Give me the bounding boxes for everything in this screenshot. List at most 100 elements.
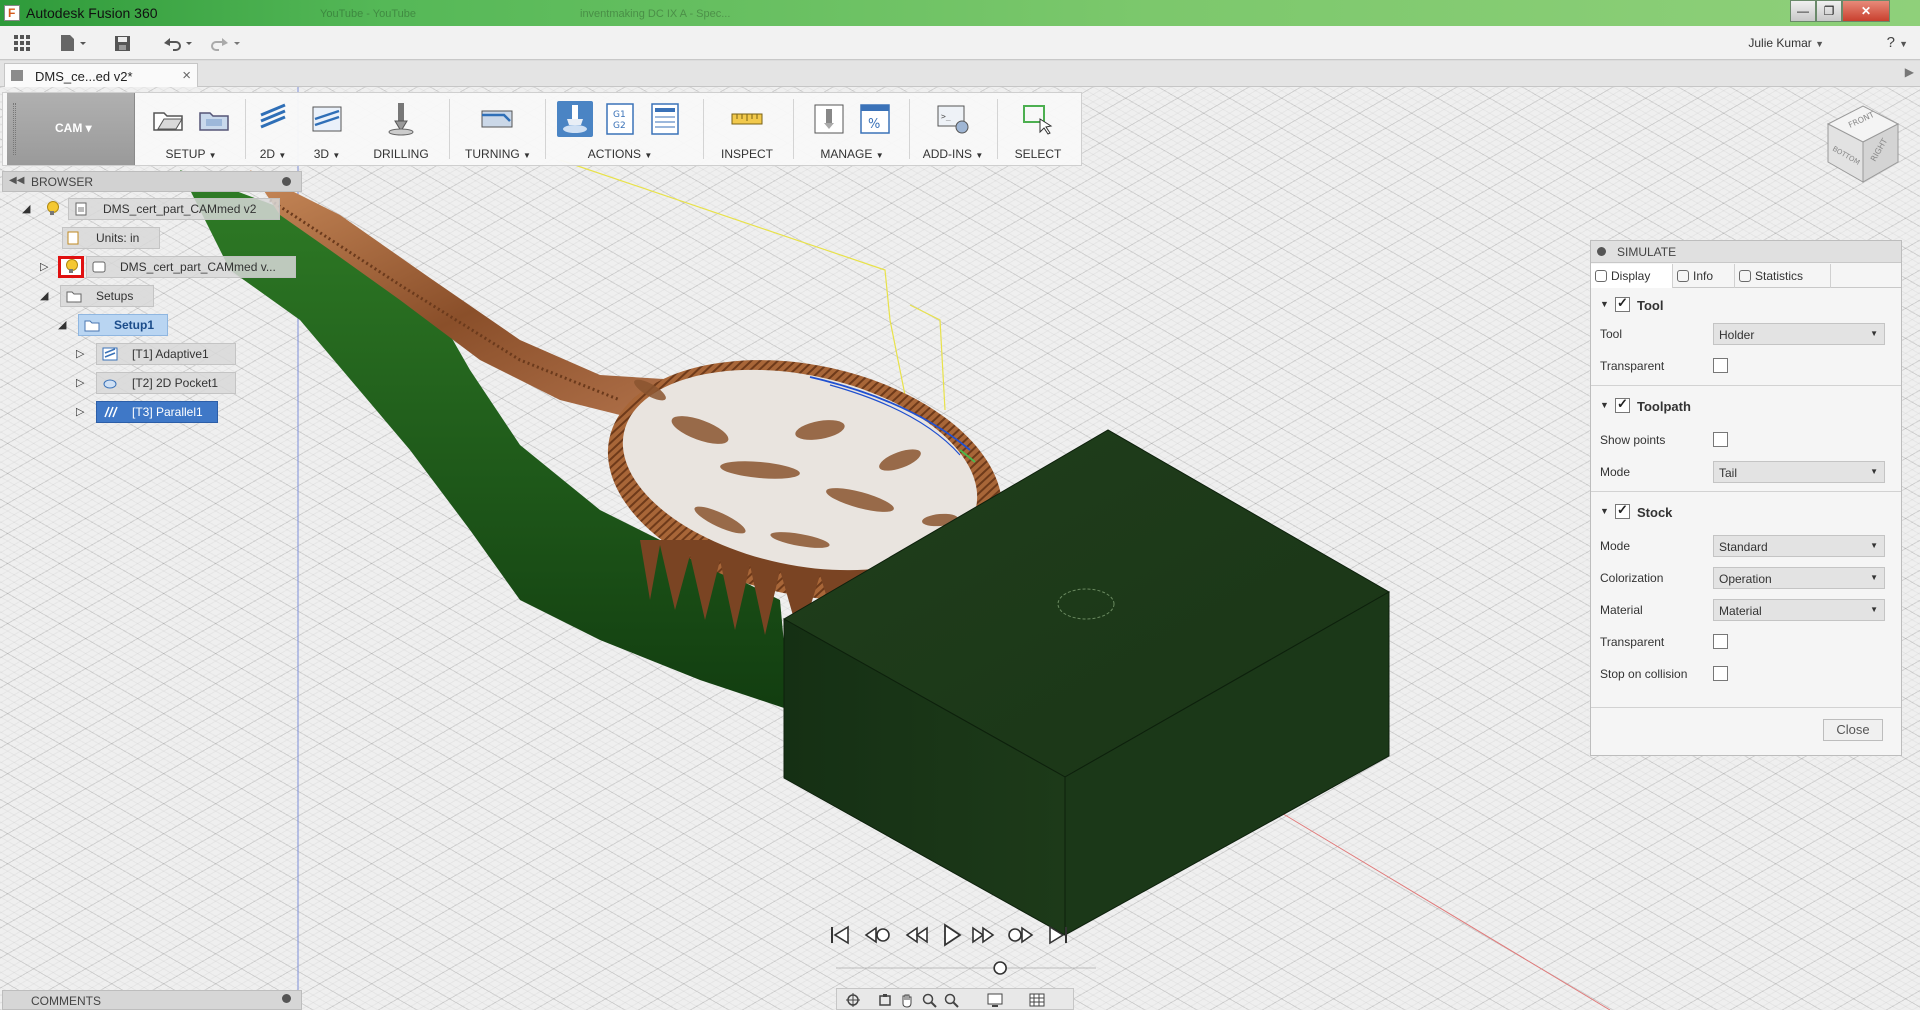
turning-group[interactable]: TURNING ▼ bbox=[453, 93, 543, 165]
display-settings-icon[interactable] bbox=[987, 992, 1003, 1008]
2d-group[interactable]: 2D ▼ bbox=[247, 93, 299, 165]
add-ins-group[interactable]: >_ ADD-INS ▼ bbox=[911, 93, 995, 165]
new-setup-icon[interactable] bbox=[150, 101, 186, 137]
colorization-dropdown[interactable]: Operation ▼ bbox=[1713, 567, 1885, 589]
highlighted-visibility-toggle[interactable] bbox=[58, 256, 84, 278]
collapse-triangle-icon[interactable]: ◢ bbox=[22, 202, 30, 215]
tool-library-icon[interactable] bbox=[811, 101, 847, 137]
toolpath-section-header[interactable]: ▼ Toolpath bbox=[1591, 393, 1901, 419]
show-points-checkbox[interactable] bbox=[1713, 432, 1728, 447]
close-simulation-button[interactable]: Close bbox=[1823, 719, 1883, 741]
stop-on-collision-checkbox[interactable] bbox=[1713, 666, 1728, 681]
scripts-addins-icon[interactable]: >_ bbox=[935, 101, 971, 137]
tree-node-component[interactable]: ▷ DMS_cert_part_CAMmed v... bbox=[40, 256, 302, 278]
help-menu-icon[interactable]: ? ▼ bbox=[1887, 34, 1908, 51]
actions-group[interactable]: G1 G2 ACTIONS ▼ bbox=[547, 93, 693, 165]
view-cube[interactable]: FRONT RIGHT BOTTOM bbox=[1820, 98, 1906, 188]
stock-enable-checkbox[interactable] bbox=[1615, 502, 1630, 519]
next-operation-icon[interactable] bbox=[1006, 920, 1036, 950]
visibility-bulb-icon[interactable] bbox=[46, 201, 59, 216]
tree-node-setup1[interactable]: ◢ Setup1 bbox=[58, 314, 178, 336]
step-forward-icon[interactable] bbox=[968, 920, 998, 950]
collapse-browser-icon[interactable]: ◀◀ bbox=[9, 175, 24, 186]
zoom-icon[interactable] bbox=[921, 992, 937, 1008]
3d-adaptive-icon[interactable] bbox=[309, 101, 345, 137]
section-collapse-icon[interactable]: ▼ bbox=[1600, 299, 1609, 309]
tool-section-header[interactable]: ▼ Tool bbox=[1591, 292, 1901, 318]
orbit-icon[interactable] bbox=[845, 992, 861, 1008]
undo-icon[interactable] bbox=[160, 33, 196, 53]
tool-enable-checkbox[interactable] bbox=[1615, 295, 1630, 312]
template-library-icon[interactable]: % bbox=[857, 101, 893, 137]
expand-triangle-icon[interactable]: ▷ bbox=[40, 260, 48, 273]
3d-group[interactable]: 3D ▼ bbox=[301, 93, 353, 165]
drill-icon[interactable] bbox=[383, 101, 419, 137]
turning-profile-icon[interactable] bbox=[480, 101, 516, 137]
browser-header[interactable]: ◀◀ BROWSER bbox=[2, 171, 302, 192]
maximize-button[interactable]: ❐ bbox=[1816, 0, 1842, 22]
section-collapse-icon[interactable]: ▼ bbox=[1600, 506, 1609, 516]
stock-section-header[interactable]: ▼ Stock bbox=[1591, 499, 1901, 525]
tool-transparent-checkbox[interactable] bbox=[1713, 358, 1728, 373]
expand-triangle-icon[interactable]: ▷ bbox=[76, 405, 84, 418]
manage-group[interactable]: % MANAGE ▼ bbox=[797, 93, 907, 165]
save-icon[interactable] bbox=[114, 33, 132, 53]
simulate-header[interactable]: SIMULATE bbox=[1591, 241, 1901, 263]
tab-info[interactable]: Info bbox=[1673, 264, 1735, 288]
setup-sheet-doc-icon[interactable] bbox=[647, 101, 683, 137]
document-tab[interactable]: DMS_ce...ed v2* × bbox=[4, 63, 198, 87]
measure-icon[interactable] bbox=[729, 101, 765, 137]
add-comment-icon[interactable] bbox=[282, 994, 291, 1003]
minimize-button[interactable]: — bbox=[1790, 0, 1816, 22]
tool-dropdown[interactable]: Holder ▼ bbox=[1713, 323, 1885, 345]
section-collapse-icon[interactable]: ▼ bbox=[1600, 400, 1609, 410]
tree-node-setups[interactable]: ◢ Setups bbox=[40, 285, 160, 307]
expand-triangle-icon[interactable]: ▷ bbox=[76, 376, 84, 389]
data-panel-grid-icon[interactable] bbox=[12, 33, 32, 53]
toolpath-mode-dropdown[interactable]: Tail ▼ bbox=[1713, 461, 1885, 483]
collapse-triangle-icon[interactable]: ◢ bbox=[58, 318, 66, 331]
tree-node-operation[interactable]: ▷ [T2] 2D Pocket1 bbox=[76, 372, 246, 394]
workspace-switcher-button[interactable]: CAM ▾ bbox=[7, 93, 135, 165]
browser-pin-icon[interactable] bbox=[282, 177, 291, 186]
inspect-group[interactable]: INSPECT bbox=[705, 93, 789, 165]
step-back-icon[interactable] bbox=[902, 920, 932, 950]
tab-statistics[interactable]: Statistics bbox=[1735, 264, 1831, 288]
tab-display[interactable]: Display bbox=[1591, 264, 1673, 288]
post-process-icon[interactable]: G1 G2 bbox=[602, 101, 638, 137]
tree-node-units[interactable]: Units: in bbox=[22, 227, 162, 249]
collapse-triangle-icon[interactable]: ◢ bbox=[40, 289, 48, 302]
skip-to-start-icon[interactable] bbox=[826, 920, 856, 950]
stock-mode-dropdown[interactable]: Standard ▼ bbox=[1713, 535, 1885, 557]
stock-transparent-checkbox[interactable] bbox=[1713, 634, 1728, 649]
fit-zoom-icon[interactable] bbox=[943, 992, 959, 1008]
comments-panel[interactable]: COMMENTS bbox=[2, 990, 302, 1010]
setup-sheet-icon[interactable] bbox=[196, 101, 232, 137]
tree-node-operation-selected[interactable]: ▷ [T3] Parallel1 bbox=[76, 401, 246, 423]
skip-to-end-icon[interactable] bbox=[1042, 920, 1072, 950]
play-icon[interactable] bbox=[936, 920, 966, 950]
panel-collapse-icon[interactable] bbox=[1597, 247, 1606, 256]
drilling-group[interactable]: DRILLING bbox=[359, 93, 443, 165]
pan-hand-icon[interactable] bbox=[899, 992, 915, 1008]
user-account-menu[interactable]: Julie Kumar ▼ bbox=[1748, 36, 1824, 50]
2d-adaptive-icon[interactable] bbox=[255, 101, 291, 137]
simulate-icon[interactable] bbox=[556, 101, 593, 137]
setup-group[interactable]: SETUP ▼ bbox=[139, 93, 243, 165]
grid-settings-icon[interactable] bbox=[1029, 992, 1045, 1008]
tree-node-operation[interactable]: ▷ [T1] Adaptive1 bbox=[76, 343, 246, 365]
close-window-button[interactable]: ✕ bbox=[1842, 0, 1890, 22]
material-dropdown[interactable]: Material ▼ bbox=[1713, 599, 1885, 621]
tab-scroll-right-icon[interactable]: ▶ bbox=[1905, 65, 1914, 79]
select-group[interactable]: SELECT bbox=[999, 93, 1077, 165]
redo-icon[interactable] bbox=[208, 33, 244, 53]
look-at-icon[interactable] bbox=[877, 992, 893, 1008]
document-tab-close-icon[interactable]: × bbox=[182, 67, 191, 84]
file-menu-icon[interactable] bbox=[58, 33, 88, 53]
previous-operation-icon[interactable] bbox=[862, 920, 892, 950]
toolpath-enable-checkbox[interactable] bbox=[1615, 396, 1630, 413]
select-arrow-icon[interactable] bbox=[1020, 101, 1056, 137]
expand-triangle-icon[interactable]: ▷ bbox=[76, 347, 84, 360]
simulation-timeline-slider[interactable] bbox=[836, 960, 1096, 976]
tree-node-root[interactable]: ◢ DMS_cert_part_CAMmed v2 bbox=[22, 198, 282, 220]
